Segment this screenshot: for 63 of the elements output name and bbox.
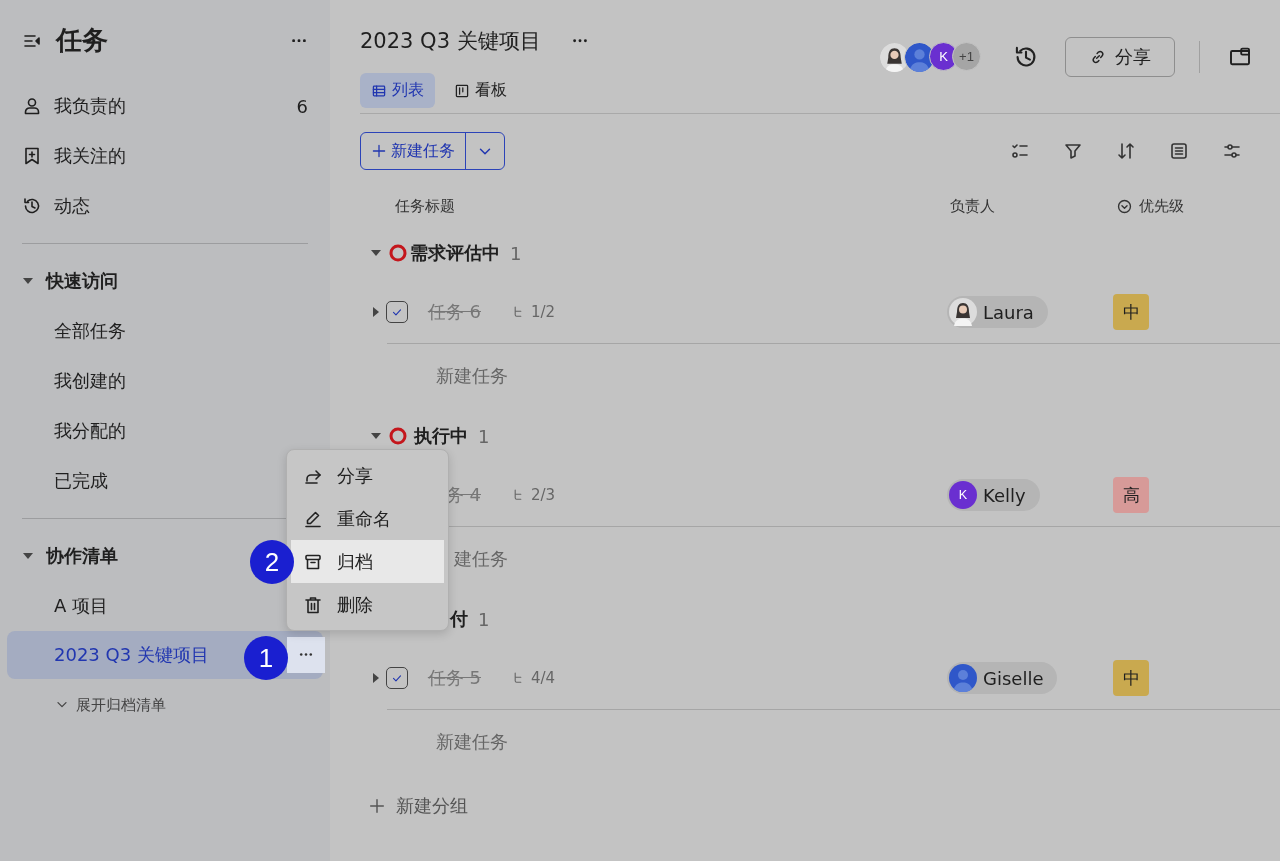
- group-count: 1: [510, 242, 522, 264]
- link-icon: [1089, 48, 1107, 66]
- column-header: 优先级: [1139, 196, 1184, 216]
- menu-item[interactable]: 重命名: [291, 497, 444, 540]
- bookmark-plus-icon: [22, 146, 42, 166]
- priority-tag: 中: [1113, 660, 1149, 696]
- sidebar-item[interactable]: 我分配的: [7, 406, 323, 456]
- assignee-avatar: K: [949, 481, 977, 509]
- item-count: 6: [296, 95, 308, 117]
- group-name: 需求评估中: [410, 241, 500, 265]
- section-header[interactable]: 快速访问: [7, 256, 323, 306]
- menu-item[interactable]: 删除: [291, 583, 444, 626]
- sidebar-item[interactable]: 全部任务: [7, 306, 323, 356]
- sort-icon: [1116, 141, 1136, 161]
- view-tab[interactable]: 列表: [360, 73, 435, 108]
- assignee-chip[interactable]: K Kelly: [947, 479, 1040, 511]
- subtask-count: 4/4: [531, 669, 556, 687]
- view-tab[interactable]: 看板: [443, 73, 518, 108]
- sidebar-item[interactable]: 动态: [7, 181, 323, 231]
- group-name: 付: [448, 607, 468, 631]
- more-icon[interactable]: [570, 39, 589, 43]
- assignee-chip[interactable]: Laura: [947, 296, 1048, 328]
- column-header: 任务标题: [395, 196, 455, 215]
- status-ring-icon: [388, 426, 408, 446]
- new-task-split-button[interactable]: 新建任务: [360, 132, 505, 170]
- task-checkbox[interactable]: [386, 301, 408, 323]
- assignee-chip[interactable]: Giselle: [947, 662, 1058, 694]
- more-icon[interactable]: [290, 38, 308, 43]
- settings-sliders-icon: [1222, 141, 1242, 161]
- plus-icon: [371, 143, 387, 159]
- sidebar-title: 任务: [56, 24, 109, 57]
- board-icon: [454, 82, 470, 99]
- chevron-circle-icon: [1116, 197, 1133, 215]
- group-count: 1: [478, 608, 490, 630]
- more-members-count[interactable]: +1: [952, 41, 981, 71]
- person-icon: [22, 96, 42, 116]
- sidebar-item[interactable]: 我关注的: [7, 131, 323, 181]
- menu-item[interactable]: 归档: [291, 540, 444, 583]
- group-count: 1: [478, 425, 490, 447]
- group-name: 执行中: [413, 424, 468, 448]
- column-header: 负责人: [950, 196, 996, 216]
- more-icon[interactable]: [298, 653, 314, 657]
- filter-icon: [1063, 141, 1083, 161]
- trash-icon: [303, 594, 323, 615]
- history-icon: [22, 196, 42, 216]
- checklist-icon: [1010, 141, 1030, 161]
- plus-icon: [368, 797, 386, 815]
- task-checkbox[interactable]: [386, 667, 408, 689]
- assignee-avatar: [949, 664, 977, 692]
- sidebar-item[interactable]: 我负责的 6: [7, 81, 323, 131]
- list-view-icon: [1169, 141, 1189, 161]
- share-button[interactable]: 分享: [1065, 37, 1175, 77]
- subtask-count: 1/2: [531, 303, 556, 321]
- subtask-count: 2/3: [531, 486, 556, 504]
- priority-tag: 中: [1113, 294, 1149, 330]
- archive-toggle[interactable]: 展开归档清单: [7, 679, 323, 731]
- status-ring-icon: [388, 243, 408, 263]
- assignee-avatar: [949, 298, 977, 326]
- new-group-link[interactable]: 新建分组: [360, 774, 1280, 838]
- sidebar-item[interactable]: 我创建的: [7, 356, 323, 406]
- menu-item[interactable]: 分享: [291, 454, 444, 497]
- project-title: 2023 Q3 关键项目: [360, 28, 541, 55]
- priority-tag: 高: [1113, 477, 1149, 513]
